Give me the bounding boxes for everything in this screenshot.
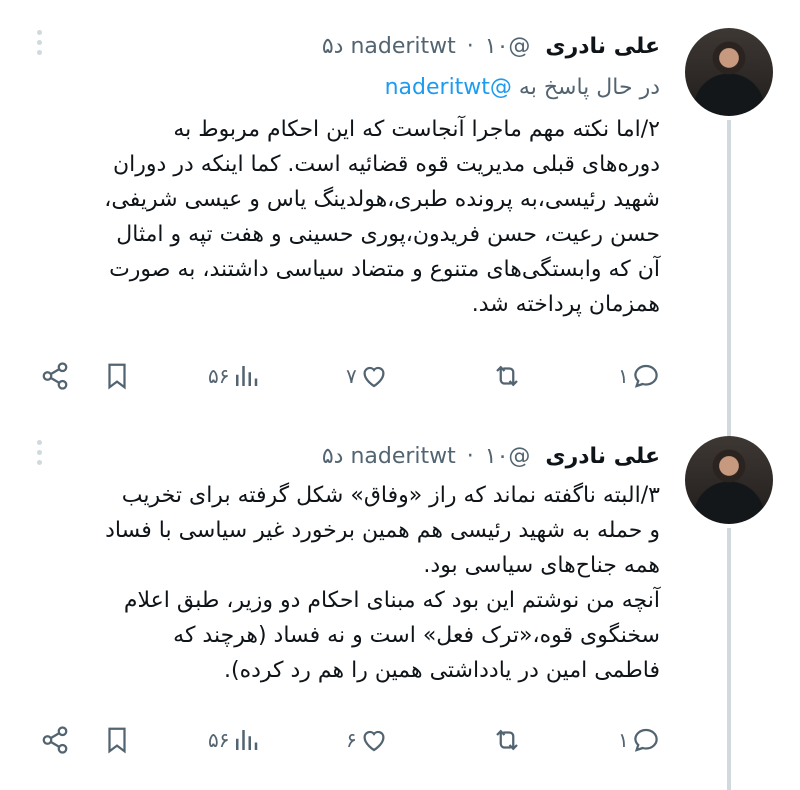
- bookmark-button[interactable]: [102, 720, 132, 760]
- avatar[interactable]: [685, 436, 773, 524]
- separator: ·: [466, 34, 474, 59]
- reply-icon: [633, 728, 658, 752]
- views-count: ۵۶: [208, 364, 230, 388]
- retweet-button[interactable]: [492, 720, 522, 760]
- share-button[interactable]: [40, 356, 70, 396]
- reply-button[interactable]: ۱: [618, 720, 661, 760]
- share-button[interactable]: [40, 720, 70, 760]
- replying-prefix: در حال پاسخ به: [518, 75, 660, 100]
- reply-icon: [633, 364, 658, 388]
- thread-line: [727, 120, 731, 440]
- author-name[interactable]: علی نادری: [545, 34, 660, 59]
- tweet[interactable]: علی نادری @naderitwt · ۱۰ د۵ ۳/البته ناگ…: [0, 410, 800, 790]
- author-name[interactable]: علی نادری: [545, 444, 660, 469]
- replying-to: در حال پاسخ به @naderitwt: [385, 74, 660, 102]
- views-icon: [236, 366, 258, 386]
- views-icon: [236, 730, 258, 750]
- more-icon[interactable]: [32, 440, 46, 468]
- like-count: ۶: [346, 728, 357, 752]
- views-count: ۵۶: [208, 728, 230, 752]
- tweet-text: ۳/البته ناگفته نماند که راز «وفاق» شکل گ…: [105, 483, 660, 683]
- more-icon[interactable]: [32, 30, 46, 58]
- share-icon: [42, 726, 68, 754]
- bookmark-icon: [108, 727, 126, 754]
- retweet-button[interactable]: [492, 356, 522, 396]
- views-button[interactable]: ۵۶: [208, 720, 261, 760]
- retweet-icon: [496, 729, 518, 751]
- action-bar: ۵۶ ۶ ۱: [30, 720, 670, 760]
- like-button[interactable]: ۶: [346, 720, 389, 760]
- like-button[interactable]: ۷: [346, 356, 389, 396]
- reply-count: ۱: [618, 364, 629, 388]
- reply-button[interactable]: ۱: [618, 356, 661, 396]
- like-count: ۷: [346, 364, 357, 388]
- reply-mention-link[interactable]: @naderitwt: [385, 75, 512, 100]
- tweet-header: علی نادری @naderitwt · ۱۰ د۵: [322, 444, 660, 470]
- thread-line: [727, 528, 731, 790]
- tweet[interactable]: علی نادری @naderitwt · ۱۰ د۵ در حال پاسخ…: [0, 0, 800, 440]
- share-icon: [42, 362, 68, 390]
- avatar[interactable]: [685, 28, 773, 116]
- views-button[interactable]: ۵۶: [208, 356, 261, 396]
- bookmark-button[interactable]: [102, 356, 132, 396]
- like-icon: [363, 730, 385, 752]
- retweet-icon: [496, 365, 518, 387]
- bookmark-icon: [108, 363, 126, 390]
- tweet-text: ۲/اما نکته مهم ماجرا آنجاست که این احکام…: [104, 117, 660, 317]
- like-icon: [363, 366, 385, 388]
- reply-count: ۱: [618, 728, 629, 752]
- action-bar: ۵۶ ۷ ۱: [30, 356, 670, 396]
- separator: ·: [466, 444, 474, 469]
- tweet-header: علی نادری @naderitwt · ۱۰ د۵: [322, 34, 660, 60]
